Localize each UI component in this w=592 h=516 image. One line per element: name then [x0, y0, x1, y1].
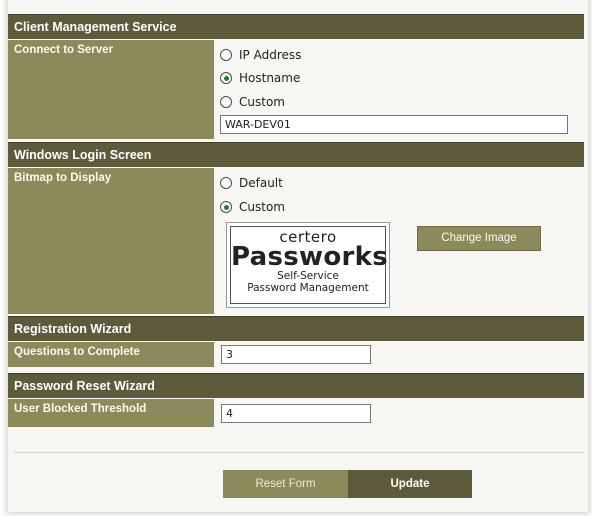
form-divider: [14, 452, 584, 453]
server-name-input[interactable]: WAR-DEV01: [220, 115, 568, 134]
radio-default-bitmap[interactable]: Default: [220, 174, 283, 192]
section-header-registration-wizard: Registration Wizard: [8, 316, 584, 341]
bitmap-to-display-label: Bitmap to Display: [8, 168, 214, 314]
update-button[interactable]: Update: [348, 470, 472, 498]
radio-selected-icon[interactable]: [220, 201, 232, 213]
radio-ip-address[interactable]: IP Address: [220, 46, 301, 64]
certero-passworks-logo: certero Passworks Self-Service Password …: [230, 226, 389, 304]
radio-circle-icon[interactable]: [220, 96, 232, 108]
radio-custom-server[interactable]: Custom: [220, 93, 285, 111]
radio-label: Default: [239, 176, 283, 190]
logo-text-passworks: Passworks: [231, 242, 389, 272]
radio-hostname[interactable]: Hostname: [220, 69, 300, 87]
connect-to-server-label: Connect to Server: [8, 40, 214, 139]
change-image-button[interactable]: Change Image: [417, 226, 541, 251]
radio-custom-bitmap[interactable]: Custom: [220, 198, 285, 216]
radio-label: Custom: [239, 95, 285, 109]
user-blocked-threshold-input[interactable]: 4: [221, 404, 371, 423]
section-header-client-management: Client Management Service: [8, 14, 584, 39]
radio-circle-icon[interactable]: [220, 177, 232, 189]
radio-circle-icon[interactable]: [220, 49, 232, 61]
section-header-password-reset-wizard: Password Reset Wizard: [8, 373, 584, 398]
questions-to-complete-label: Questions to Complete: [8, 342, 214, 367]
reset-form-button[interactable]: Reset Form: [223, 470, 348, 498]
questions-to-complete-input[interactable]: 3: [221, 345, 371, 364]
radio-label: IP Address: [239, 48, 302, 62]
bitmap-preview: certero Passworks Self-Service Password …: [226, 222, 390, 308]
logo-text-password-management: Password Management: [247, 282, 369, 294]
settings-form: Client Management Service Connect to Ser…: [8, 0, 588, 512]
radio-label: Hostname: [239, 71, 301, 85]
radio-selected-icon[interactable]: [220, 72, 232, 84]
radio-label: Custom: [239, 200, 285, 214]
section-header-windows-login: Windows Login Screen: [8, 142, 584, 167]
user-blocked-threshold-label: User Blocked Threshold: [8, 399, 214, 427]
